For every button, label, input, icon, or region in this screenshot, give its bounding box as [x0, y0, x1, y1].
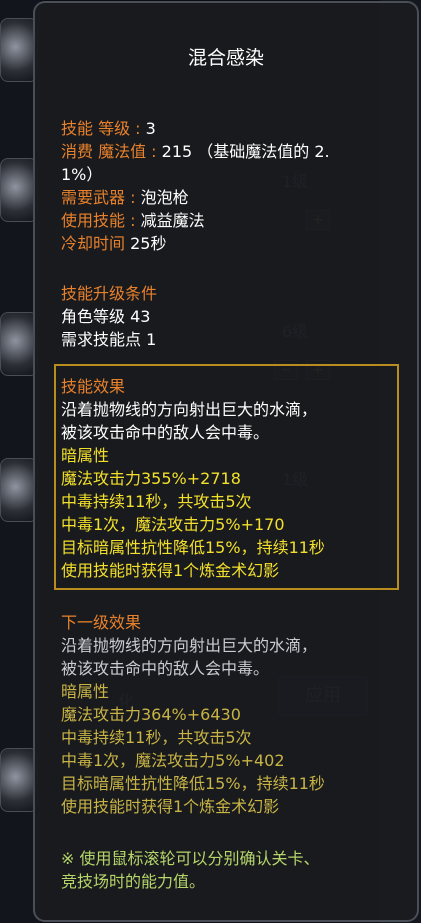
next-desc: 被该攻击命中的敌人会中毒。: [61, 659, 270, 678]
mp-cost-row: 消费 魔法值 : 215 （基础魔法值的 2.: [61, 142, 330, 161]
next-stat: 魔法攻击力364%+6430: [61, 705, 241, 724]
tooltip-title: 混合感染: [187, 47, 264, 69]
mp-cost-value: 215 （基础魔法值的 2.: [161, 142, 330, 161]
effect-stat: 中毒1次，魔法攻击力5%+170: [61, 515, 285, 534]
use-skill-key: 使用技能: [61, 211, 126, 230]
weapon-key: 需要武器: [61, 188, 126, 207]
next-desc: 沿着抛物线的方向射出巨大的水滴，: [61, 636, 318, 655]
upgrade-point-req: 需求技能点 1: [61, 330, 157, 349]
next-level-heading: 下一级效果: [61, 613, 142, 632]
next-stat: 中毒持续11秒，共攻击5次: [61, 728, 252, 747]
scroll-hint: ※ 使用鼠标滚轮可以分别确认关卡、: [61, 849, 320, 868]
weapon-row: 需要武器 : 泡泡枪: [61, 188, 189, 207]
effect-stat: 使用技能时获得1个炼金术幻影: [61, 561, 280, 580]
effect-stat: 中毒持续11秒，共攻击5次: [61, 492, 252, 511]
effect-desc: 被该攻击命中的敌人会中毒。: [61, 423, 270, 442]
effect-element: 暗属性: [61, 446, 110, 465]
cooldown-value: 25秒: [130, 234, 167, 253]
skill-level-value: 3: [145, 119, 156, 138]
use-skill-row: 使用技能 : 减益魔法: [61, 211, 205, 230]
next-stat: 使用技能时获得1个炼金术幻影: [61, 797, 280, 816]
cooldown-row: 冷却时间 25秒: [61, 232, 166, 255]
mp-cost-key: 消费 魔法值: [61, 142, 147, 161]
next-stat: 中毒1次，魔法攻击力5%+402: [61, 751, 285, 770]
effect-stat: 目标暗属性抗性降低15%，持续11秒: [61, 538, 325, 557]
skill-level-key: 技能 等级: [61, 119, 131, 138]
upgrade-level-req: 角色等级 43: [61, 307, 151, 326]
next-stat: 目标暗属性抗性降低15%，持续11秒: [61, 774, 325, 793]
use-skill-value: 减益魔法: [140, 211, 205, 230]
weapon-value: 泡泡枪: [140, 188, 189, 207]
upgrade-heading: 技能升级条件: [61, 284, 158, 303]
mp-cost-value-cont: 1%）: [61, 165, 103, 184]
scroll-hint: 竞技场时的能力值。: [61, 872, 206, 891]
skill-level-row: 技能 等级 : 3: [61, 119, 156, 138]
effect-desc: 沿着抛物线的方向射出巨大的水滴，: [61, 400, 318, 419]
next-element: 暗属性: [61, 682, 110, 701]
cooldown-key: 冷却时间: [61, 234, 126, 253]
skill-tooltip: 混合感染 技能 等级 : 3 消费 魔法值 : 215 （基础魔法值的 2. 1…: [33, 1, 419, 922]
effect-stat: 魔法攻击力355%+2718: [61, 469, 241, 488]
effect-heading: 技能效果: [61, 377, 126, 396]
